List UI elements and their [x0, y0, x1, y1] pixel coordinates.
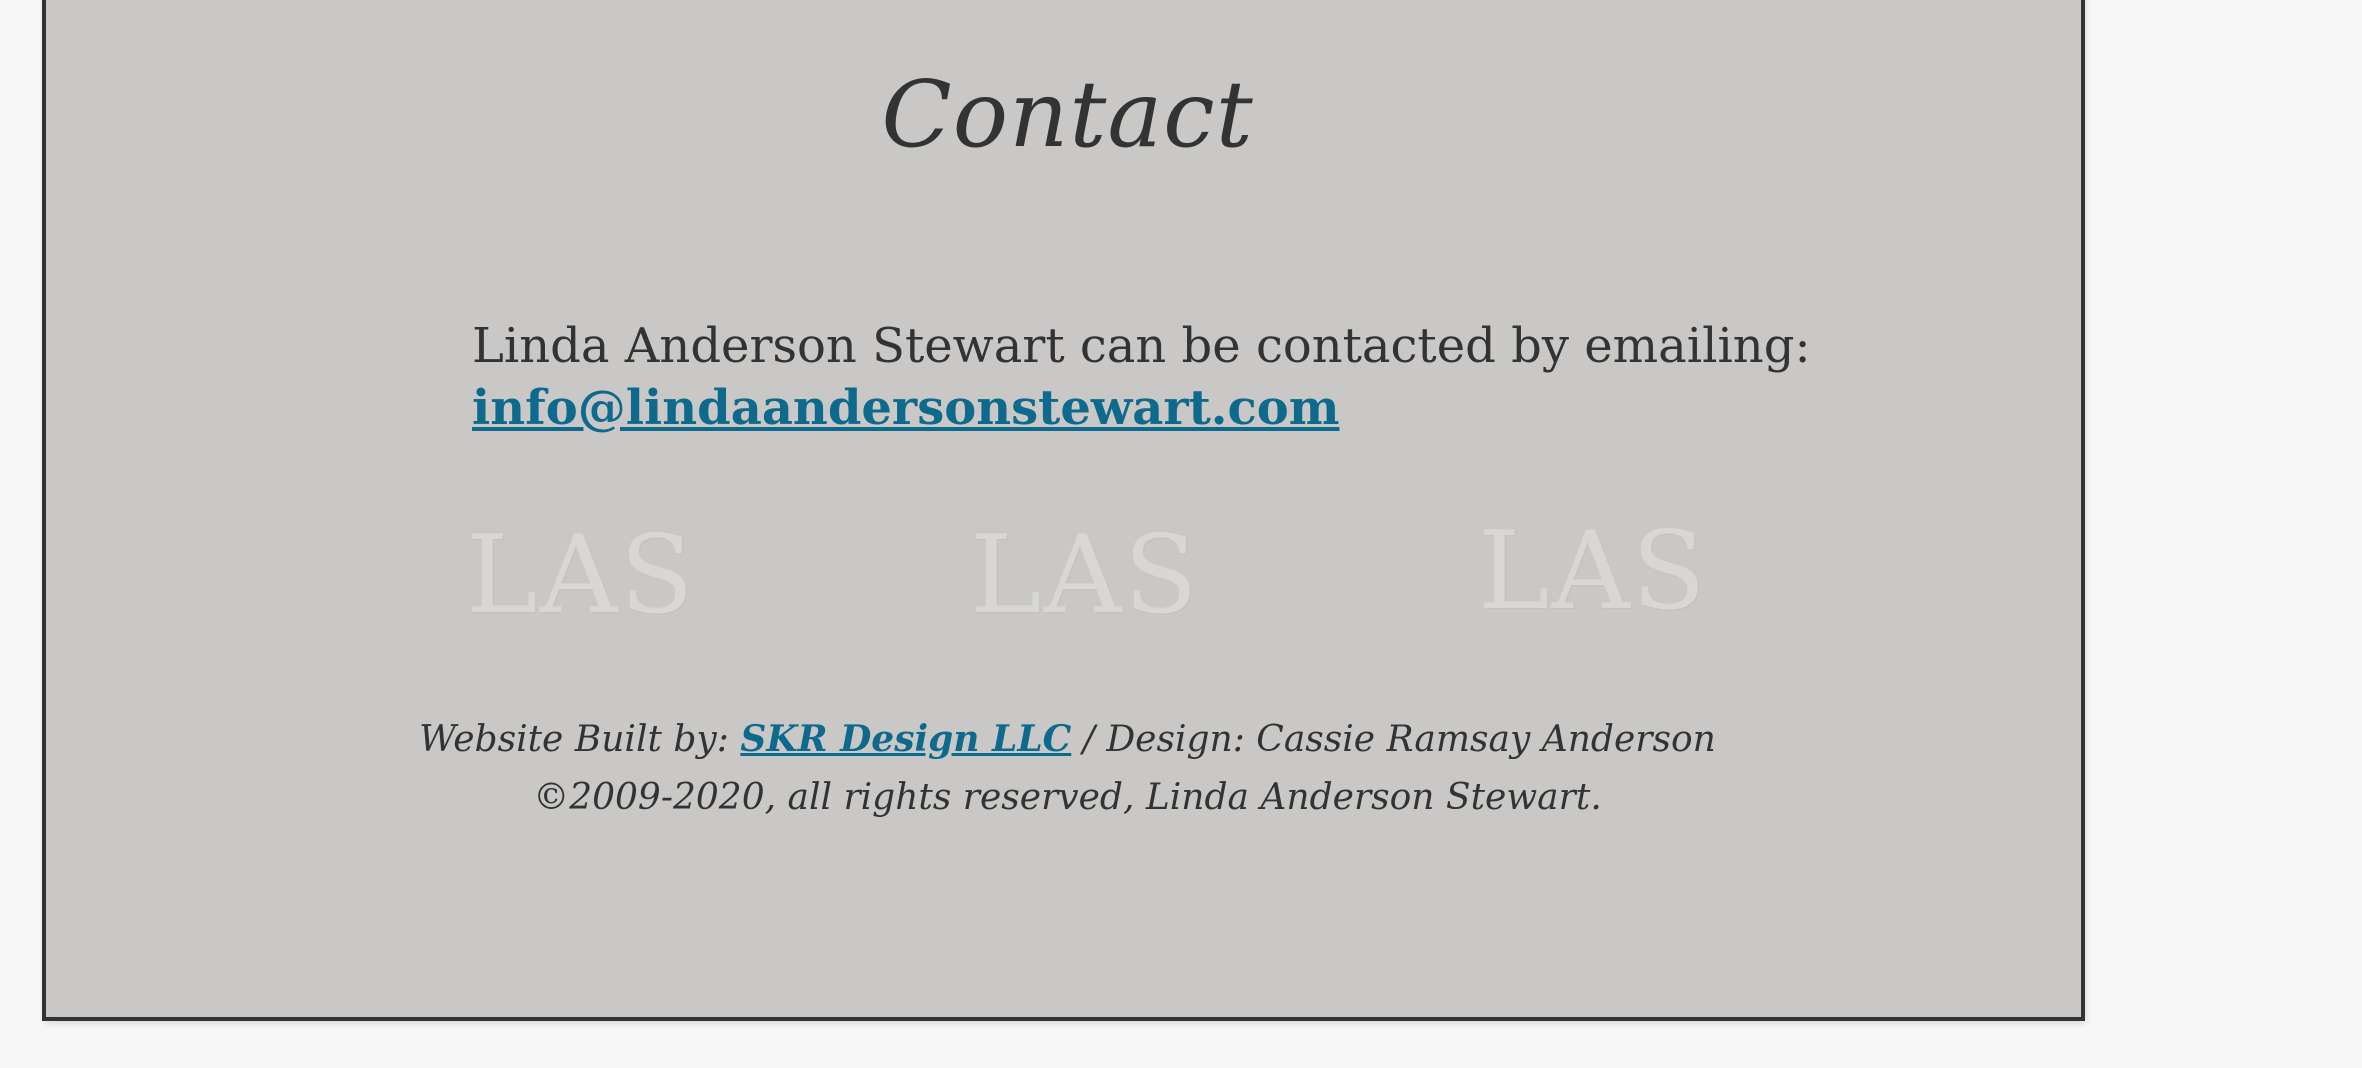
contact-info: Linda Anderson Stewart can be contacted …	[472, 316, 1872, 440]
design-credit: / Design: Cassie Ramsay Anderson	[1071, 719, 1716, 760]
built-by-label: Website Built by:	[419, 719, 741, 760]
skr-design-link[interactable]: SKR Design LLC	[740, 718, 1071, 760]
las-watermark: LAS	[970, 513, 1200, 638]
footer: Website Built by: SKR Design LLC / Desig…	[46, 710, 2089, 827]
email-link[interactable]: info@lindaandersonstewart.com	[472, 376, 1340, 440]
footer-credits: Website Built by: SKR Design LLC / Desig…	[46, 710, 2089, 769]
las-watermark: LAS	[466, 513, 696, 638]
contact-panel: Contact Linda Anderson Stewart can be co…	[42, 0, 2085, 1021]
las-watermark: LAS	[1478, 509, 1708, 634]
copyright: ©2009-2020, all rights reserved, Linda A…	[533, 777, 1602, 818]
contact-text: Linda Anderson Stewart can be contacted …	[472, 318, 1811, 374]
page-title: Contact	[881, 61, 1254, 168]
